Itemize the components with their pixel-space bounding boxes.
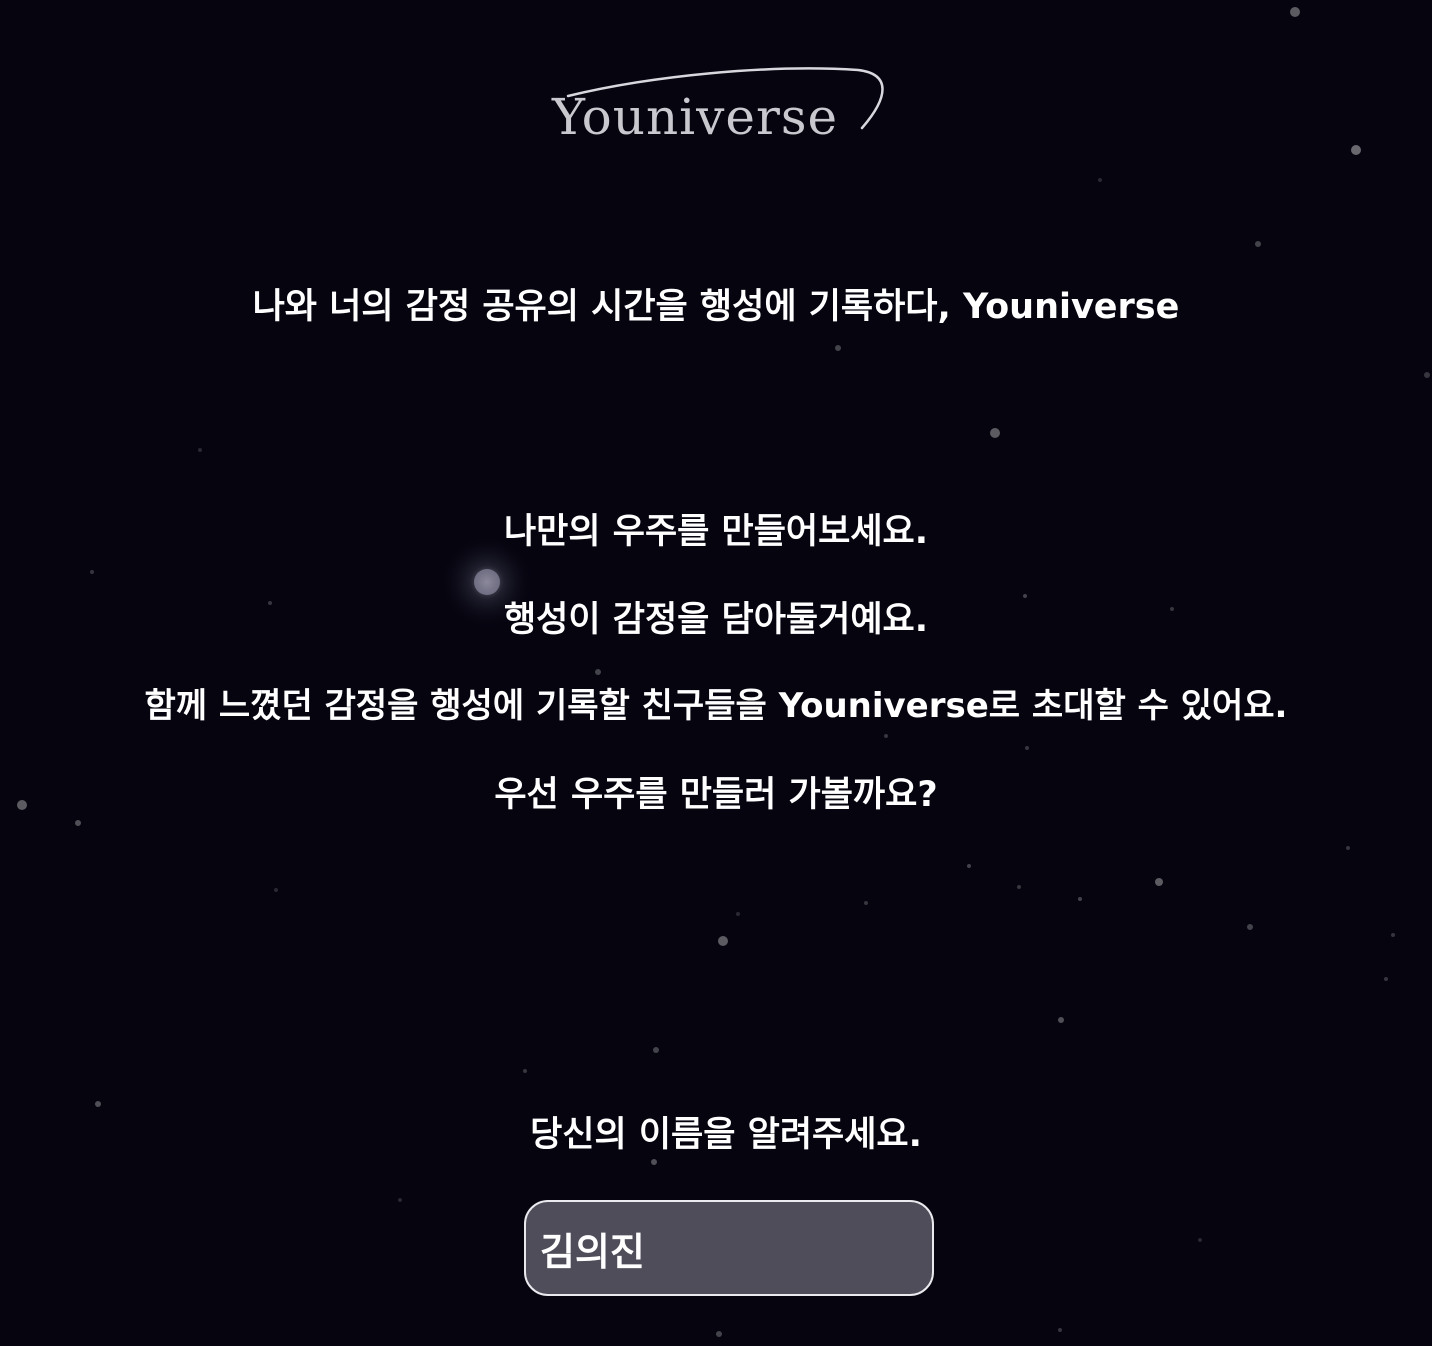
logo-wordmark: Youniverse: [552, 88, 839, 146]
intro-line-1: 나만의 우주를 만들어보세요.: [503, 512, 929, 552]
name-prompt-label: 당신의 이름을 알려주세요.: [530, 1115, 922, 1155]
intro-line-3: 함께 느꼈던 감정을 행성에 기록할 친구들을 Youniverse로 초대할 …: [144, 686, 1288, 726]
youniverse-logo: Youniverse: [540, 58, 900, 158]
intro-line-4: 우선 우주를 만들러 가볼까요?: [494, 775, 938, 815]
page-tagline: 나와 너의 감정 공유의 시간을 행성에 기록하다, Youniverse: [252, 287, 1180, 327]
intro-line-2: 행성이 감정을 담아둘거예요.: [503, 600, 929, 640]
name-input[interactable]: [524, 1200, 934, 1296]
